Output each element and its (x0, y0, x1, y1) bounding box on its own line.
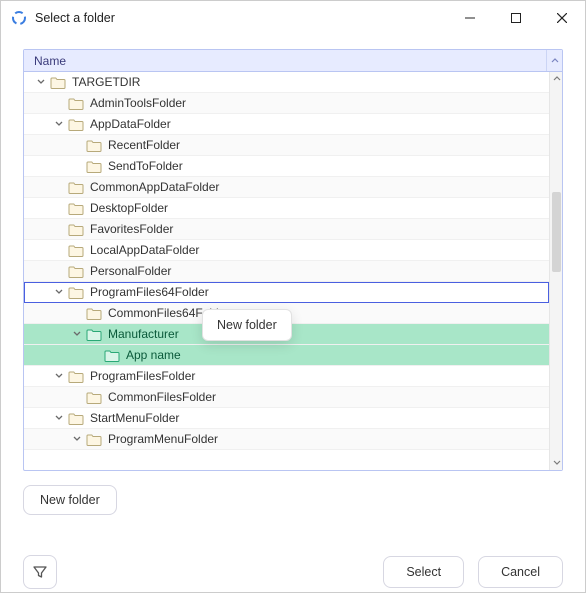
tree-row-label: PersonalFolder (90, 264, 171, 278)
folder-icon (68, 285, 84, 299)
folder-icon (68, 264, 84, 278)
folder-icon (68, 180, 84, 194)
tree-row[interactable]: AdminToolsFolder (24, 93, 549, 114)
folder-icon (86, 306, 102, 320)
new-folder-button[interactable]: New folder (23, 485, 117, 515)
tree-row[interactable]: TARGETDIR (24, 72, 549, 93)
tree-row-label: RecentFolder (108, 138, 180, 152)
folder-icon (68, 369, 84, 383)
tree-row[interactable]: CommonFilesFolder (24, 387, 549, 408)
tree-row[interactable]: StartMenuFolder (24, 408, 549, 429)
chevron-down-icon[interactable] (70, 327, 84, 341)
select-button[interactable]: Select (383, 556, 464, 588)
folder-icon (86, 432, 102, 446)
chevron-down-icon[interactable] (52, 411, 66, 425)
folder-icon (68, 117, 84, 131)
tree-row[interactable]: RecentFolder (24, 135, 549, 156)
select-label: Select (406, 565, 441, 579)
tree-row[interactable]: SendToFolder (24, 156, 549, 177)
tree-row[interactable]: CommonAppDataFolder (24, 177, 549, 198)
new-folder-label: New folder (40, 493, 100, 507)
tree-row[interactable]: App name (24, 345, 549, 366)
folder-tree: Name TARGETDIR AdminToolsFolder AppDataF… (23, 49, 563, 471)
folder-icon (86, 138, 102, 152)
tree-row-label: ProgramFilesFolder (90, 369, 195, 383)
tree-row-label: CommonAppDataFolder (90, 180, 219, 194)
tooltip-new-folder: New folder (202, 309, 292, 341)
tree-row[interactable]: ProgramMenuFolder (24, 429, 549, 450)
tree-row-label: DesktopFolder (90, 201, 168, 215)
folder-icon (86, 390, 102, 404)
tree-row-label: TARGETDIR (72, 75, 140, 89)
window-title: Select a folder (35, 11, 115, 25)
window-controls (447, 1, 585, 35)
tooltip-text: New folder (217, 318, 277, 332)
chevron-down-icon[interactable] (70, 432, 84, 446)
tree-row-label: CommonFilesFolder (108, 390, 216, 404)
close-button[interactable] (539, 1, 585, 35)
folder-icon (68, 96, 84, 110)
tree-body: TARGETDIR AdminToolsFolder AppDataFolder… (24, 72, 562, 470)
cancel-button[interactable]: Cancel (478, 556, 563, 588)
app-icon (11, 10, 27, 26)
tree-row-label: FavoritesFolder (90, 222, 173, 236)
tree-row[interactable]: PersonalFolder (24, 261, 549, 282)
tree-row[interactable]: DesktopFolder (24, 198, 549, 219)
tree-header[interactable]: Name (24, 50, 562, 72)
tree-row[interactable]: AppDataFolder (24, 114, 549, 135)
tree-row[interactable]: FavoritesFolder (24, 219, 549, 240)
folder-icon (68, 222, 84, 236)
chevron-down-icon[interactable] (34, 75, 48, 89)
maximize-button[interactable] (493, 1, 539, 35)
tree-row-label: App name (126, 348, 181, 362)
tree-row-label: Manufacturer (108, 327, 179, 341)
scrollbar-vertical[interactable] (549, 72, 562, 470)
dialog-footer: Select Cancel (1, 555, 585, 589)
scroll-down-arrow-icon[interactable] (550, 456, 562, 470)
scroll-thumb[interactable] (552, 192, 561, 272)
tree-row[interactable]: ProgramFiles64Folder (24, 282, 549, 303)
tree-row-label: SendToFolder (108, 159, 183, 173)
tree-row[interactable]: LocalAppDataFolder (24, 240, 549, 261)
chevron-down-icon[interactable] (52, 285, 66, 299)
dialog-content: Name TARGETDIR AdminToolsFolder AppDataF… (1, 35, 585, 533)
minimize-button[interactable] (447, 1, 493, 35)
cancel-label: Cancel (501, 565, 540, 579)
tree-row[interactable]: ProgramFilesFolder (24, 366, 549, 387)
titlebar: Select a folder (1, 1, 585, 35)
filter-button[interactable] (23, 555, 57, 589)
tree-row-label: AppDataFolder (90, 117, 171, 131)
folder-icon (68, 411, 84, 425)
scroll-up-arrow-icon[interactable] (550, 72, 562, 86)
folder-icon (86, 159, 102, 173)
folder-icon (86, 327, 102, 341)
tree-row-label: LocalAppDataFolder (90, 243, 199, 257)
folder-icon (68, 201, 84, 215)
folder-icon (104, 348, 120, 362)
tree-row-label: ProgramMenuFolder (108, 432, 218, 446)
tree-row-label: AdminToolsFolder (90, 96, 186, 110)
chevron-down-icon[interactable] (52, 369, 66, 383)
chevron-down-icon[interactable] (52, 117, 66, 131)
tree-row-label: StartMenuFolder (90, 411, 179, 425)
funnel-icon (32, 564, 48, 580)
column-name[interactable]: Name (24, 54, 546, 68)
folder-icon (68, 243, 84, 257)
tree-row-label: ProgramFiles64Folder (90, 285, 209, 299)
folder-icon (50, 75, 66, 89)
sort-chevron-icon[interactable] (546, 50, 562, 71)
